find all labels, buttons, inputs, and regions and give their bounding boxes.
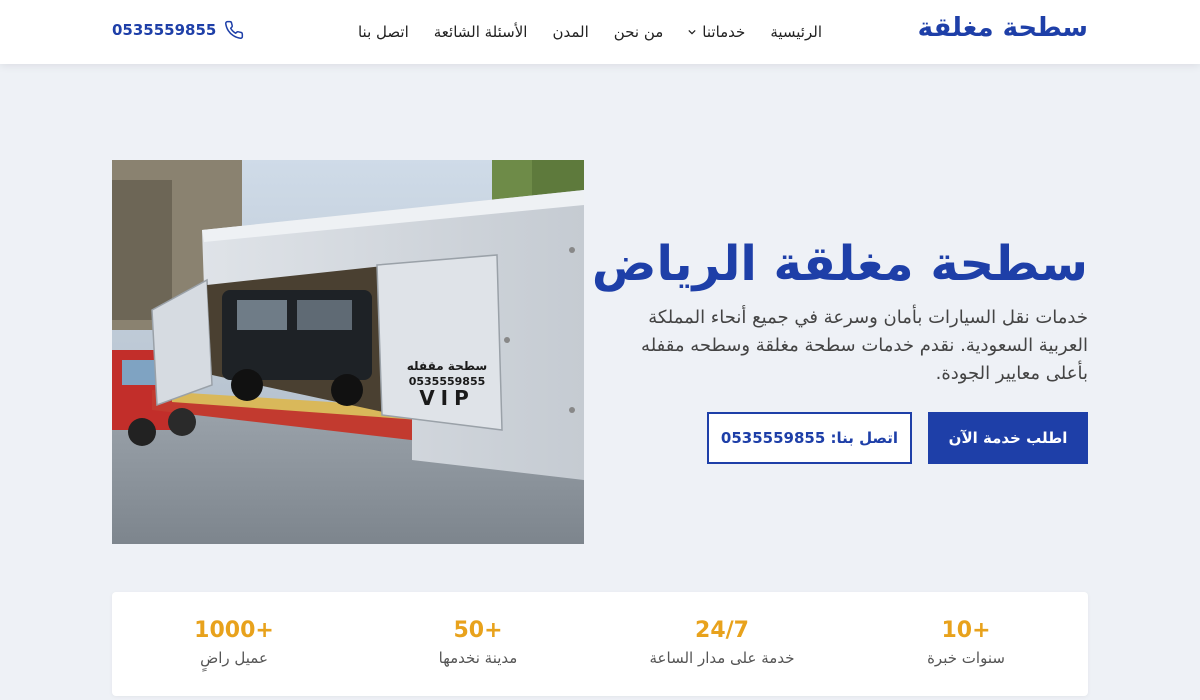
stat-label: سنوات خبرة bbox=[927, 649, 1005, 667]
order-service-button[interactable]: اطلب خدمة الآن bbox=[928, 412, 1088, 464]
stat-round-the-clock: 24/7 خدمة على مدار الساعة bbox=[600, 592, 844, 696]
nav-item-label: المدن bbox=[552, 23, 589, 41]
enclosed-truck-photo: سطحة مقفله 0535559855 VIP bbox=[112, 160, 584, 544]
site-logo[interactable]: سطحة مغلقة bbox=[918, 13, 1088, 43]
nav-item-label: من نحن bbox=[613, 23, 664, 41]
hero-description: خدمات نقل السيارات بأمان وسرعة في جميع أ… bbox=[641, 307, 1088, 384]
stat-value: 1000+ bbox=[194, 618, 274, 643]
hero-image: سطحة مقفله 0535559855 VIP bbox=[112, 160, 584, 544]
nav-item-services[interactable]: خدماتنا bbox=[688, 23, 745, 41]
nav-item-label: اتصل بنا bbox=[357, 23, 409, 41]
stat-value: 50+ bbox=[453, 618, 503, 643]
stat-label: مدينة نخدمها bbox=[438, 649, 518, 667]
stats-bar: 10+ سنوات خبرة 24/7 خدمة على مدار الساعة… bbox=[112, 592, 1088, 696]
header-phone-link[interactable]: 0535559855 bbox=[112, 20, 244, 40]
hero-title: سطحة مغلقة الرياض bbox=[591, 236, 1088, 292]
stat-value: 24/7 bbox=[695, 618, 749, 643]
nav-item-about[interactable]: من نحن bbox=[614, 23, 664, 41]
nav-item-label: خدماتنا bbox=[702, 23, 746, 41]
stat-label: خدمة على مدار الساعة bbox=[649, 649, 795, 667]
truck-vip-text: VIP bbox=[419, 386, 475, 410]
header-phone-number: 0535559855 bbox=[112, 21, 217, 39]
stat-cities-served: 50+ مدينة نخدمها bbox=[356, 592, 600, 696]
stat-label: عميل راضٍ bbox=[200, 649, 268, 667]
phone-icon bbox=[225, 20, 244, 39]
stat-satisfied-clients: 1000+ عميل راضٍ bbox=[112, 592, 356, 696]
nav-item-cities[interactable]: المدن bbox=[552, 23, 588, 41]
stat-value: 10+ bbox=[941, 618, 991, 643]
stat-years-experience: 10+ سنوات خبرة bbox=[844, 592, 1088, 696]
chevron-down-icon bbox=[688, 29, 696, 35]
truck-brand-text: سطحة مقفله bbox=[407, 359, 487, 373]
main-nav: الرئيسية خدماتنا من نحن المدن الأسئلة ال… bbox=[358, 0, 822, 64]
site-header: سطحة مغلقة الرئيسية خدماتنا من نحن المدن… bbox=[0, 0, 1200, 64]
call-us-button[interactable]: اتصل بنا: 0535559855 bbox=[707, 412, 912, 464]
nav-item-label: الرئيسية bbox=[770, 23, 822, 41]
nav-item-home[interactable]: الرئيسية bbox=[770, 23, 822, 41]
nav-item-label: الأسئلة الشائعة bbox=[433, 23, 528, 41]
nav-item-faq[interactable]: الأسئلة الشائعة bbox=[434, 23, 528, 41]
nav-item-contact[interactable]: اتصل بنا bbox=[358, 23, 409, 41]
